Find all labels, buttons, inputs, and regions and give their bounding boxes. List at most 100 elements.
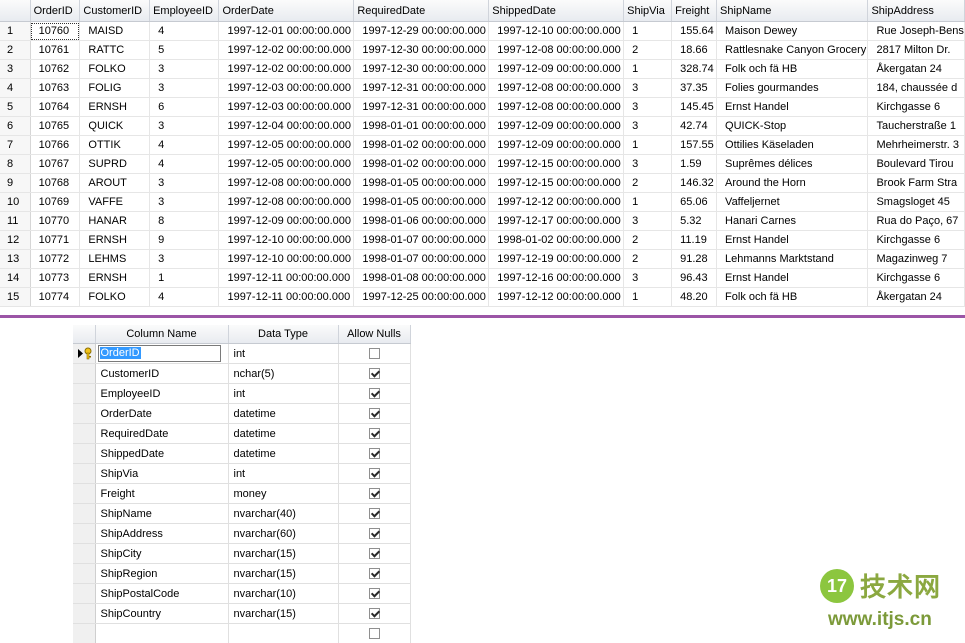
allow-nulls-checkbox[interactable] [368,388,380,400]
grid-cell[interactable]: 1997-12-17 00:00:00.000 [488,211,625,231]
row-number[interactable]: 9 [0,173,31,193]
row-number[interactable]: 3 [0,59,31,79]
data-type-cell[interactable]: money [228,483,339,504]
grid-cell[interactable]: 65.06 [671,192,718,212]
grid-cell[interactable]: 1998-01-08 00:00:00.000 [353,268,490,288]
grid-cell[interactable]: 10763 [30,78,81,98]
row-selector[interactable] [73,543,96,564]
grid-cell[interactable]: 3 [149,59,220,79]
grid-cell[interactable]: 1997-12-10 00:00:00.000 [488,21,625,41]
grid-cell[interactable]: VAFFE [79,192,151,212]
row-number-header[interactable] [0,0,31,22]
grid-cell[interactable]: 3 [623,154,673,174]
column-name-cell[interactable]: ShipAddress [95,523,229,544]
grid-cell[interactable]: 1998-01-02 00:00:00.000 [488,230,625,250]
allow-nulls-checkbox[interactable] [368,448,380,460]
grid-cell[interactable]: 1997-12-09 00:00:00.000 [488,116,625,136]
grid-cell[interactable]: 1998-01-01 00:00:00.000 [353,116,490,136]
grid-cell[interactable]: 1997-12-09 00:00:00.000 [488,59,625,79]
data-type-cell[interactable]: int [228,383,339,404]
grid-cell[interactable]: 1998-01-07 00:00:00.000 [353,249,490,269]
table-row[interactable]: 2 10761 RATTC 5 1997-12-02 00:00:00.000 1997-… [0,40,965,60]
row-number[interactable]: 5 [0,97,31,117]
allow-nulls-checkbox[interactable] [368,348,380,360]
designer-row[interactable]: OrderID int [73,343,411,364]
column-header[interactable]: ShippedDate [488,0,625,22]
row-selector[interactable] [73,483,96,504]
table-designer[interactable]: Column Name Data Type Allow Nulls OrderID i… [73,325,411,643]
grid-cell[interactable]: 10767 [30,154,81,174]
column-name-cell[interactable]: ShipName [95,503,229,524]
designer-row[interactable]: RequiredDate datetime [73,423,411,444]
grid-cell[interactable]: 10760 [30,21,81,41]
grid-cell[interactable]: Suprêmes délices [716,154,869,174]
grid-cell[interactable]: 4 [149,287,220,307]
column-name-cell[interactable]: Freight [95,483,229,504]
grid-cell[interactable]: FOLIG [79,78,151,98]
row-number[interactable]: 13 [0,249,31,269]
data-type-cell[interactable]: nvarchar(40) [228,503,339,524]
grid-cell[interactable]: 1 [623,135,673,155]
grid-cell[interactable]: 2 [623,230,673,250]
results-grid[interactable]: OrderID CustomerID EmployeeID OrderDate Requ… [0,0,965,315]
row-selector[interactable] [73,523,96,544]
grid-cell[interactable]: 1997-12-08 00:00:00.000 [488,78,625,98]
table-row[interactable]: 10 10769 VAFFE 3 1997-12-08 00:00:00.000 1998… [0,192,965,212]
table-row[interactable]: 12 10771 ERNSH 9 1997-12-10 00:00:00.000 1998… [0,230,965,250]
grid-cell[interactable]: 1997-12-31 00:00:00.000 [353,78,490,98]
designer-row[interactable]: ShippedDate datetime [73,443,411,464]
table-row[interactable]: 6 10765 QUICK 3 1997-12-04 00:00:00.000 1998-… [0,116,965,136]
designer-row[interactable]: Freight money [73,483,411,504]
row-selector[interactable] [73,423,96,444]
grid-cell[interactable]: 10768 [30,173,81,193]
grid-cell[interactable]: LEHMS [79,249,151,269]
grid-cell[interactable]: 1997-12-02 00:00:00.000 [218,40,355,60]
grid-cell[interactable]: Folies gourmandes [716,78,869,98]
grid-cell[interactable]: 1997-12-04 00:00:00.000 [218,116,355,136]
grid-cell[interactable]: HANAR [79,211,151,231]
column-name-cell[interactable]: EmployeeID [95,383,229,404]
table-row[interactable]: 3 10762 FOLKO 3 1997-12-02 00:00:00.000 1997-… [0,59,965,79]
grid-cell[interactable]: 10770 [30,211,81,231]
grid-cell[interactable]: 37.35 [671,78,718,98]
allow-nulls-checkbox[interactable] [368,588,380,600]
row-selector[interactable] [73,363,96,384]
table-row[interactable]: 5 10764 ERNSH 6 1997-12-03 00:00:00.000 1997-… [0,97,965,117]
column-header[interactable]: Freight [671,0,718,22]
row-selector[interactable] [73,623,96,643]
grid-cell[interactable]: Brook Farm Stra [867,173,965,193]
grid-cell[interactable]: 10769 [30,192,81,212]
grid-cell[interactable]: 3 [149,249,220,269]
grid-cell[interactable]: 1997-12-29 00:00:00.000 [353,21,490,41]
grid-cell[interactable]: Folk och fä HB [716,59,869,79]
grid-cell[interactable]: 91.28 [671,249,718,269]
grid-cell[interactable]: Ernst Handel [716,268,869,288]
grid-cell[interactable]: 1998-01-06 00:00:00.000 [353,211,490,231]
grid-cell[interactable]: 9 [149,230,220,250]
data-type-cell[interactable]: datetime [228,423,339,444]
table-row[interactable]: 9 10768 AROUT 3 1997-12-08 00:00:00.000 1998-… [0,173,965,193]
table-row[interactable]: 14 10773 ERNSH 1 1997-12-11 00:00:00.000 1998… [0,268,965,288]
column-name-cell[interactable]: ShipCity [95,543,229,564]
grid-cell[interactable]: 1997-12-31 00:00:00.000 [353,97,490,117]
grid-cell[interactable]: 3 [623,78,673,98]
grid-cell[interactable]: 4 [149,154,220,174]
column-name-cell[interactable]: ShippedDate [95,443,229,464]
grid-cell[interactable]: 42.74 [671,116,718,136]
grid-cell[interactable]: Lehmanns Marktstand [716,249,869,269]
grid-cell[interactable]: 1997-12-11 00:00:00.000 [218,268,355,288]
designer-row[interactable]: ShipCity nvarchar(15) [73,543,411,564]
designer-row[interactable]: OrderDate datetime [73,403,411,424]
grid-cell[interactable]: FOLKO [79,287,151,307]
grid-cell[interactable]: 10762 [30,59,81,79]
row-number[interactable]: 7 [0,135,31,155]
allow-nulls-checkbox[interactable] [368,488,380,500]
grid-cell[interactable]: 2 [623,40,673,60]
row-selector[interactable] [73,583,96,604]
allow-nulls-checkbox[interactable] [368,508,380,520]
table-row[interactable]: 1 10760 MAISD 4 1997-12-01 00:00:00.000 1997-… [0,21,965,41]
grid-cell[interactable]: ERNSH [79,268,151,288]
column-header[interactable]: EmployeeID [149,0,220,22]
row-selector[interactable] [73,343,96,364]
allow-nulls-checkbox[interactable] [368,528,380,540]
